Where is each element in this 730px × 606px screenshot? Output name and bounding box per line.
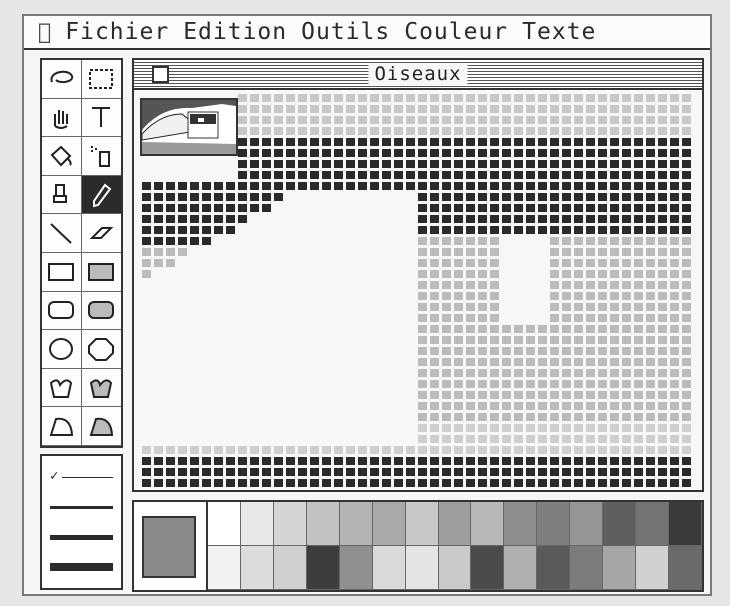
fill-tool[interactable] xyxy=(42,137,82,176)
line-width-2[interactable] xyxy=(50,496,113,518)
filled-freeform-icon xyxy=(90,379,113,398)
pattern-swatch[interactable] xyxy=(405,546,439,590)
pattern-swatch[interactable] xyxy=(669,546,702,590)
pattern-swatch[interactable] xyxy=(372,502,406,546)
rounded-rectangle-tool[interactable] xyxy=(42,291,82,331)
pattern-swatch[interactable] xyxy=(208,546,241,590)
lasso-tool[interactable] xyxy=(42,60,82,99)
tool-palette xyxy=(40,58,123,448)
filled-curve-icon xyxy=(89,418,114,437)
curve-icon xyxy=(49,418,74,437)
pattern-swatch[interactable] xyxy=(669,502,702,546)
pencil-icon xyxy=(93,183,112,207)
polygon-tool[interactable] xyxy=(81,330,121,369)
pattern-swatch[interactable] xyxy=(438,546,472,590)
marquee-tool[interactable] xyxy=(81,60,121,99)
pattern-swatch[interactable] xyxy=(438,502,472,546)
pattern-swatch[interactable] xyxy=(339,546,373,590)
oval-tool[interactable] xyxy=(42,330,82,369)
menu-fichier[interactable]: Fichier xyxy=(65,19,169,45)
pattern-swatch[interactable] xyxy=(537,502,571,546)
checkmark-icon: ✓ xyxy=(50,468,59,484)
oval-icon xyxy=(49,337,74,360)
pattern-swatch[interactable] xyxy=(339,502,373,546)
pattern-swatch[interactable] xyxy=(240,502,274,546)
pattern-swatch[interactable] xyxy=(570,502,604,546)
filled-rounded-rectangle-tool[interactable] xyxy=(81,291,121,331)
freeform-tool[interactable] xyxy=(42,368,82,408)
pattern-swatch[interactable] xyxy=(240,546,274,590)
pattern-swatches xyxy=(206,502,702,590)
pattern-swatch[interactable] xyxy=(570,546,604,590)
pattern-swatch[interactable] xyxy=(603,502,637,546)
rounded-rectangle-icon xyxy=(48,301,75,320)
grabber-tool[interactable] xyxy=(42,98,82,138)
pattern-swatch[interactable] xyxy=(471,546,505,590)
polygon-icon xyxy=(88,337,115,361)
filled-freeform-tool[interactable] xyxy=(81,368,121,408)
line-width-4[interactable] xyxy=(50,556,113,578)
hand-icon xyxy=(54,110,69,130)
pattern-swatch[interactable] xyxy=(504,546,538,590)
filled-rounded-rectangle-icon xyxy=(88,301,115,320)
brush-icon xyxy=(53,183,68,203)
pattern-swatch[interactable] xyxy=(405,502,439,546)
pattern-swatch[interactable] xyxy=(504,502,538,546)
current-pattern-swatch xyxy=(142,516,196,578)
freeform-icon xyxy=(50,379,73,398)
pattern-swatch[interactable] xyxy=(273,502,307,546)
close-box[interactable] xyxy=(152,66,169,83)
mac-screen:  Fichier Edition Outils Couleur Texte ✓… xyxy=(22,14,712,596)
marquee-icon xyxy=(89,68,114,89)
window-title-bar[interactable]: Oiseaux xyxy=(134,60,702,90)
pattern-swatch[interactable] xyxy=(273,546,307,590)
spray-tool[interactable] xyxy=(81,137,121,176)
filled-rectangle-icon xyxy=(88,262,115,281)
filled-rectangle-tool[interactable] xyxy=(81,252,121,292)
line-tool[interactable] xyxy=(42,214,82,253)
lasso-icon xyxy=(50,70,74,83)
pencil-tool[interactable] xyxy=(81,175,121,215)
document-window: Oiseaux xyxy=(132,58,704,492)
pattern-swatch[interactable] xyxy=(537,546,571,590)
pattern-swatch[interactable] xyxy=(636,502,670,546)
pattern-swatch[interactable] xyxy=(208,502,241,546)
curve-tool[interactable] xyxy=(42,407,82,446)
menu-edition[interactable]: Edition xyxy=(183,19,287,45)
brush-tool[interactable] xyxy=(42,175,82,215)
text-tool[interactable] xyxy=(81,98,121,138)
pattern-palette xyxy=(132,500,704,592)
pattern-swatch[interactable] xyxy=(603,546,637,590)
menu-outils[interactable]: Outils xyxy=(301,19,390,45)
line-width-3[interactable] xyxy=(50,526,113,548)
filled-curve-tool[interactable] xyxy=(81,407,121,446)
menu-couleur[interactable]: Couleur xyxy=(404,19,508,45)
pattern-swatch[interactable] xyxy=(471,502,505,546)
paint-bucket-icon xyxy=(50,145,72,167)
line-width-palette: ✓ xyxy=(40,454,123,590)
menu-bar:  Fichier Edition Outils Couleur Texte xyxy=(24,16,710,50)
line-icon xyxy=(50,223,72,244)
window-title: Oiseaux xyxy=(368,63,468,85)
text-icon xyxy=(92,107,111,128)
apple-menu-icon[interactable]:  xyxy=(38,20,51,45)
line-width-1[interactable] xyxy=(50,466,113,488)
eraser-tool[interactable] xyxy=(81,214,121,253)
rectangle-tool[interactable] xyxy=(42,252,82,292)
preview-thumbnail[interactable] xyxy=(140,98,238,156)
pattern-swatch[interactable] xyxy=(306,546,340,590)
spray-can-icon xyxy=(91,145,111,167)
pattern-swatch[interactable] xyxy=(306,502,340,546)
eraser-icon xyxy=(89,227,114,240)
menu-texte[interactable]: Texte xyxy=(522,19,596,45)
pattern-swatch[interactable] xyxy=(636,546,670,590)
pattern-swatch[interactable] xyxy=(372,546,406,590)
rectangle-icon xyxy=(48,262,75,281)
